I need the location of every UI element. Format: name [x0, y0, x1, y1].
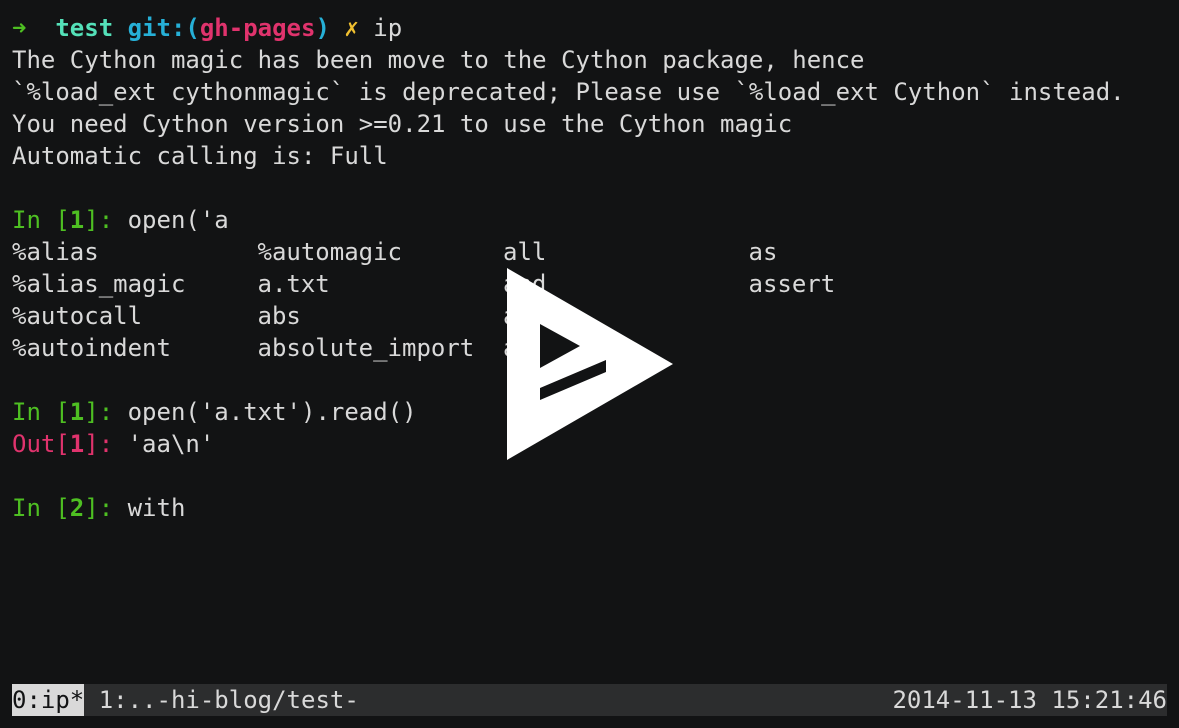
in-suffix: ]:: [84, 494, 128, 522]
git-paren-close: ): [315, 14, 330, 42]
input-prompt-line[interactable]: In [2]: with: [12, 492, 1125, 524]
shell-prompt-line: ➜ test git:(gh-pages) ✗ ip: [12, 12, 1125, 44]
in-prefix: In [: [12, 206, 70, 234]
git-paren-open: (: [185, 14, 200, 42]
shell-command: ip: [373, 14, 403, 42]
git-dirty-mark: ✗: [344, 14, 359, 42]
completion-item[interactable]: %alias: [12, 236, 258, 268]
in-number: 2: [69, 494, 85, 522]
tmux-window[interactable]: 1:..-hi-blog/test-: [84, 686, 359, 714]
message-line: `%load_ext cythonmagic` is deprecated; P…: [12, 78, 1125, 106]
in-suffix: ]:: [84, 206, 128, 234]
tmux-status-bar: 0:ip* 1:..-hi-blog/test- 2014-11-13 15:21…: [12, 684, 1167, 716]
completion-row: %alias %automagic all as: [12, 236, 1125, 268]
prompt-arrow: ➜: [12, 14, 27, 42]
completion-item[interactable]: abs: [258, 300, 504, 332]
output-value: 'aa\n': [127, 430, 215, 458]
out-suffix: ]:: [84, 430, 128, 458]
completion-item[interactable]: %alias_magic: [12, 268, 258, 300]
tmux-window-active[interactable]: 0:ip*: [12, 684, 85, 716]
input-code: open('a: [127, 206, 229, 234]
prompt-directory: test: [55, 14, 114, 42]
completion-item[interactable]: %automagic: [258, 236, 504, 268]
git-label: git:: [127, 14, 186, 42]
completion-item[interactable]: %autocall: [12, 300, 258, 332]
completion-item[interactable]: all: [503, 236, 749, 268]
message-line: You need Cython version >=0.21 to use th…: [12, 110, 793, 138]
input-prompt-line[interactable]: In [1]: open('a: [12, 204, 1125, 236]
in-number: 1: [69, 206, 85, 234]
git-branch: gh-pages: [199, 14, 316, 42]
out-prefix: Out[: [12, 430, 70, 458]
message-line: Automatic calling is: Full: [12, 142, 388, 170]
in-suffix: ]:: [84, 398, 128, 426]
message-line: The Cython magic has been move to the Cy…: [12, 46, 865, 74]
tmux-clock: 2014-11-13 15:21:46: [892, 686, 1167, 714]
play-icon[interactable]: [507, 268, 673, 460]
in-number: 1: [69, 398, 85, 426]
in-prefix: In [: [12, 398, 70, 426]
completion-item[interactable]: a.txt: [258, 268, 504, 300]
out-number: 1: [69, 430, 85, 458]
completion-item[interactable]: assert: [749, 268, 836, 300]
completion-item[interactable]: absolute_import: [258, 332, 504, 364]
completion-item[interactable]: %autoindent: [12, 332, 258, 364]
completion-item[interactable]: as: [749, 236, 778, 268]
input-code: with: [127, 494, 186, 522]
in-prefix: In [: [12, 494, 70, 522]
input-code: open('a.txt').read(): [127, 398, 417, 426]
